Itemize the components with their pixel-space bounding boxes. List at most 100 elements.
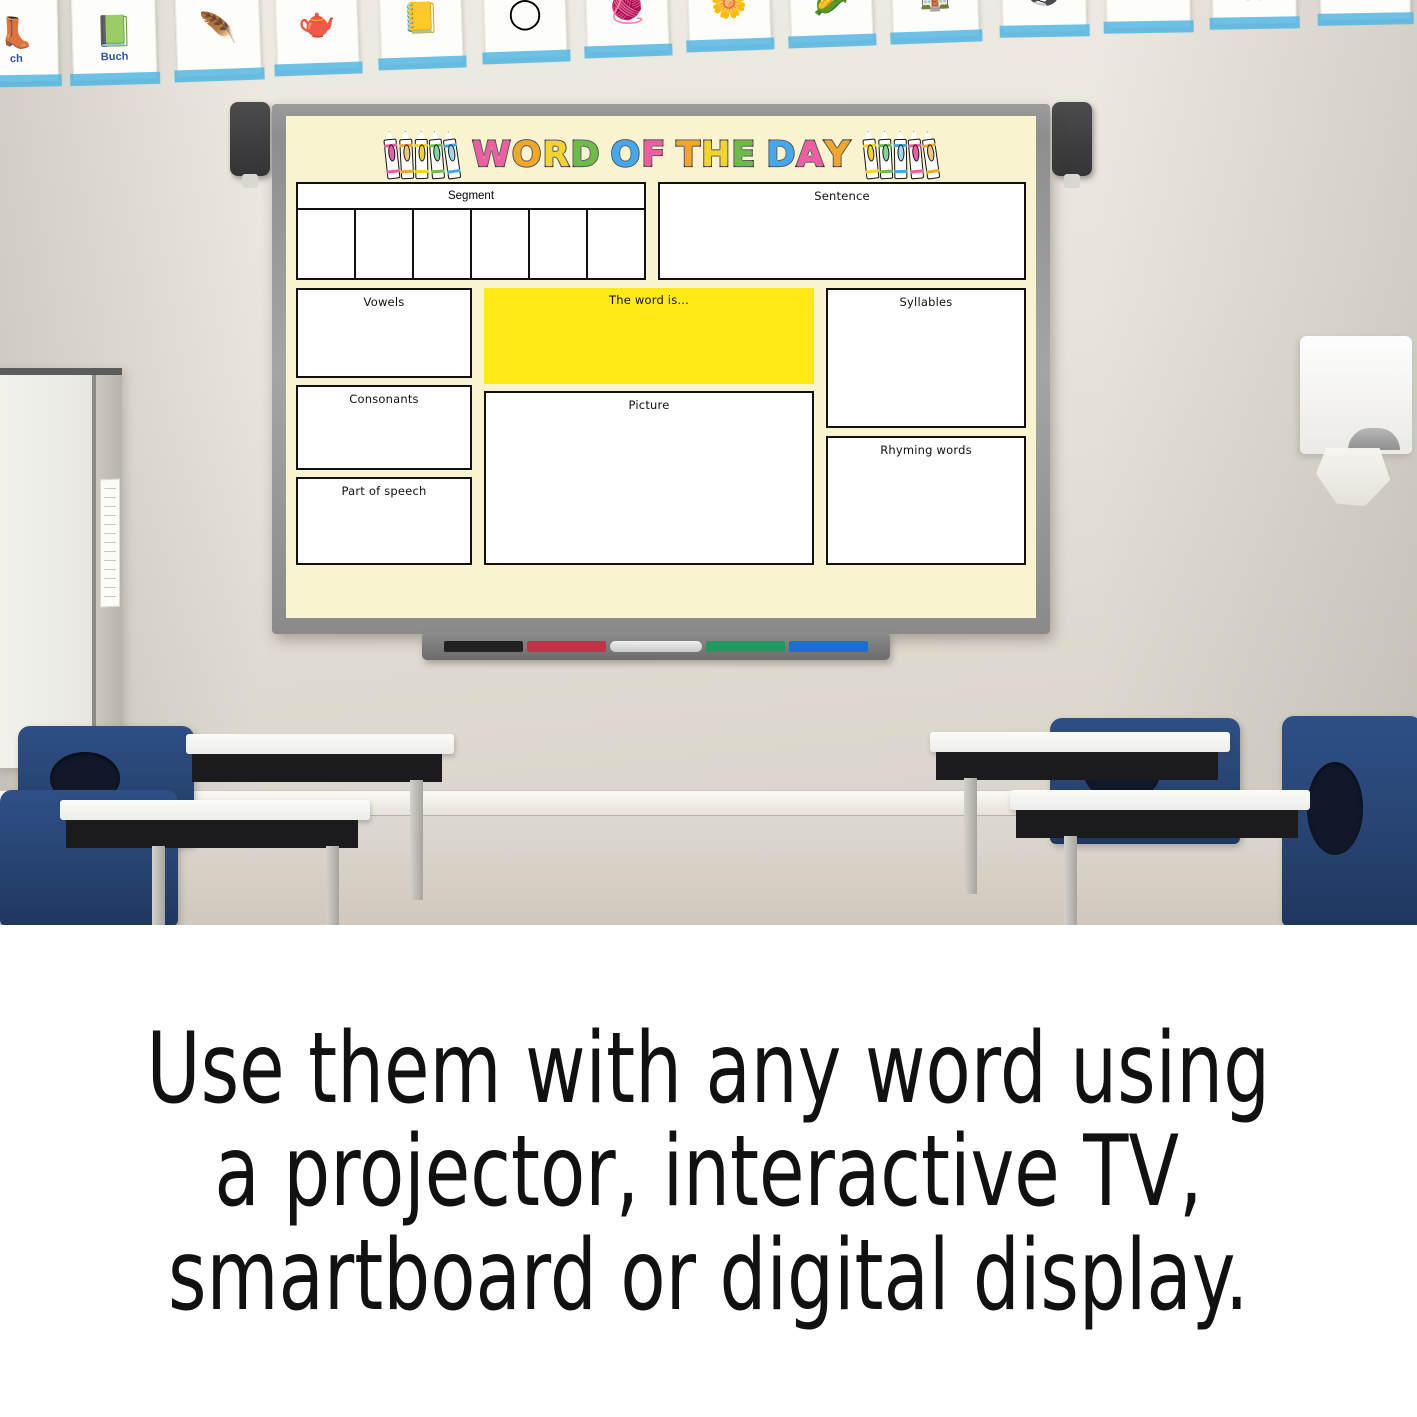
- desk-leg: [964, 778, 977, 894]
- title-letter: F: [640, 134, 666, 175]
- title-letter: D: [569, 134, 600, 175]
- desk-apron: [66, 820, 358, 848]
- card-icon-book: 📗: [94, 14, 134, 49]
- blue-tape: [70, 71, 161, 87]
- blue-marker[interactable]: [788, 640, 868, 652]
- whiteboard-pen-tray[interactable]: [422, 632, 890, 660]
- crayon-icon: [383, 130, 401, 180]
- wall-card: 🏠: [890, 0, 983, 45]
- card-icon-flower: 🌼: [709, 0, 749, 22]
- rhyming-words-box[interactable]: Rhyming words: [826, 436, 1026, 565]
- segment-cell[interactable]: [298, 210, 356, 278]
- template-grid: Segment Sentence Vowels Consonants Part …: [296, 182, 1026, 608]
- desk-leg: [410, 780, 423, 900]
- desk-top: [930, 732, 1230, 752]
- syllables-box[interactable]: Syllables: [826, 288, 1026, 428]
- whiteboard-frame: W O R D O F T H E D A Y Segment Sentence…: [272, 104, 1050, 634]
- segment-cell[interactable]: [530, 210, 588, 278]
- wall-card: ◯: [482, 0, 571, 65]
- green-marker[interactable]: [705, 640, 785, 652]
- crayon-icon: [442, 130, 462, 180]
- segment-cell[interactable]: [414, 210, 472, 278]
- sentence-box[interactable]: Sentence: [658, 182, 1026, 280]
- sentence-label: Sentence: [814, 189, 870, 203]
- syllables-label: Syllables: [899, 295, 953, 309]
- segment-cell[interactable]: [472, 210, 530, 278]
- title-letter: W: [471, 134, 512, 175]
- crayon-icon: [861, 130, 880, 180]
- whiteboard-screen[interactable]: W O R D O F T H E D A Y Segment Sentence…: [286, 116, 1036, 618]
- caption-line-2: a projector, interactive TV,: [214, 1115, 1203, 1230]
- card-icon-notebook: 📒: [401, 1, 441, 36]
- title-letter: D: [765, 134, 796, 175]
- blue-tape: [890, 29, 983, 45]
- blue-tape: [482, 49, 571, 65]
- title-letter: Y: [823, 134, 851, 175]
- black-marker[interactable]: [444, 640, 524, 652]
- consonants-box[interactable]: Consonants: [296, 385, 472, 470]
- blue-tape: [1103, 20, 1194, 34]
- crayons-right-group: [861, 130, 941, 180]
- page-root: 👢 ch 📗 Buch 🪶 🫖 📒 ◯ 🧶 🌼 W O R D O F T H …: [0, 0, 1417, 1417]
- crayon-icon: [878, 131, 894, 180]
- desk-leg: [326, 846, 339, 925]
- segment-label: Segment: [447, 190, 495, 202]
- segment-cell[interactable]: [588, 210, 644, 278]
- title-letter: R: [541, 134, 570, 175]
- desk: [60, 800, 370, 925]
- rhyming-words-label: Rhyming words: [880, 443, 972, 457]
- red-marker[interactable]: [527, 640, 607, 652]
- wall-card: 🫖: [274, 0, 363, 77]
- vowels-label: Vowels: [363, 295, 405, 309]
- desk-apron: [936, 752, 1218, 780]
- label-text-lines: [104, 487, 116, 599]
- desk-top: [60, 800, 370, 820]
- card-icon-ball: ⚽: [1025, 0, 1063, 8]
- blue-tape: [378, 55, 467, 71]
- segment-cells[interactable]: [296, 210, 646, 280]
- wall-card: 🧶: [584, 0, 673, 59]
- crayons-left-group: [383, 130, 462, 180]
- caption-line-1: Use them with any word using: [146, 1012, 1271, 1127]
- crayon-icon: [893, 131, 908, 180]
- right-speaker: [1052, 102, 1092, 176]
- blue-tape: [788, 33, 877, 49]
- interactive-whiteboard[interactable]: W O R D O F T H E D A Y Segment Sentence…: [230, 102, 1092, 660]
- wall-card-label: Buch: [100, 50, 129, 64]
- caption-line-3: smartboard or digital display.: [168, 1218, 1249, 1333]
- segment-cell[interactable]: [356, 210, 414, 278]
- part-of-speech-label: Part of speech: [341, 484, 427, 498]
- card-icon-basket: 🫖: [297, 6, 337, 41]
- picture-label: Picture: [628, 398, 670, 412]
- title-letter: O: [609, 134, 641, 175]
- desk-top: [186, 734, 454, 754]
- blue-tape: [999, 24, 1090, 38]
- picture-box[interactable]: Picture: [484, 391, 814, 565]
- card-icon-house: 🏠: [916, 0, 954, 13]
- wall-card: 📒: [378, 0, 467, 71]
- part-of-speech-box[interactable]: Part of speech: [296, 477, 472, 565]
- title-letter: E: [730, 134, 756, 175]
- eraser[interactable]: [610, 640, 702, 652]
- wall-card: 🌽: [788, 0, 877, 49]
- template-title-row: W O R D O F T H E D A Y: [296, 124, 1026, 186]
- crayon-icon: [399, 131, 415, 180]
- vowels-box[interactable]: Vowels: [296, 288, 472, 378]
- segment-box[interactable]: Segment: [296, 182, 646, 280]
- template-title: W O R D O F T H E D A Y: [464, 134, 858, 175]
- wall-card: ✂: [1103, 0, 1194, 34]
- wall-card-strip: 👢 ch 📗 Buch 🪶 🫖 📒 ◯ 🧶 🌼: [0, 0, 1417, 88]
- wall-card: 👢 ch: [0, 0, 62, 88]
- the-word-is-box[interactable]: The word is...: [484, 288, 814, 384]
- card-icon-corn: 🌽: [812, 0, 850, 17]
- card-icon-nest: 🪶: [198, 11, 238, 46]
- blue-tape: [1317, 12, 1414, 26]
- blue-tape: [174, 67, 265, 83]
- desk-top: [1010, 790, 1310, 810]
- wall-card-label: ch: [9, 52, 23, 66]
- title-letter: T: [675, 134, 701, 175]
- desk-apron: [1016, 810, 1298, 838]
- card-icon-yarn: 🧶: [607, 0, 647, 27]
- wall-card: 🍴: [1209, 0, 1300, 30]
- left-speaker: [230, 102, 270, 176]
